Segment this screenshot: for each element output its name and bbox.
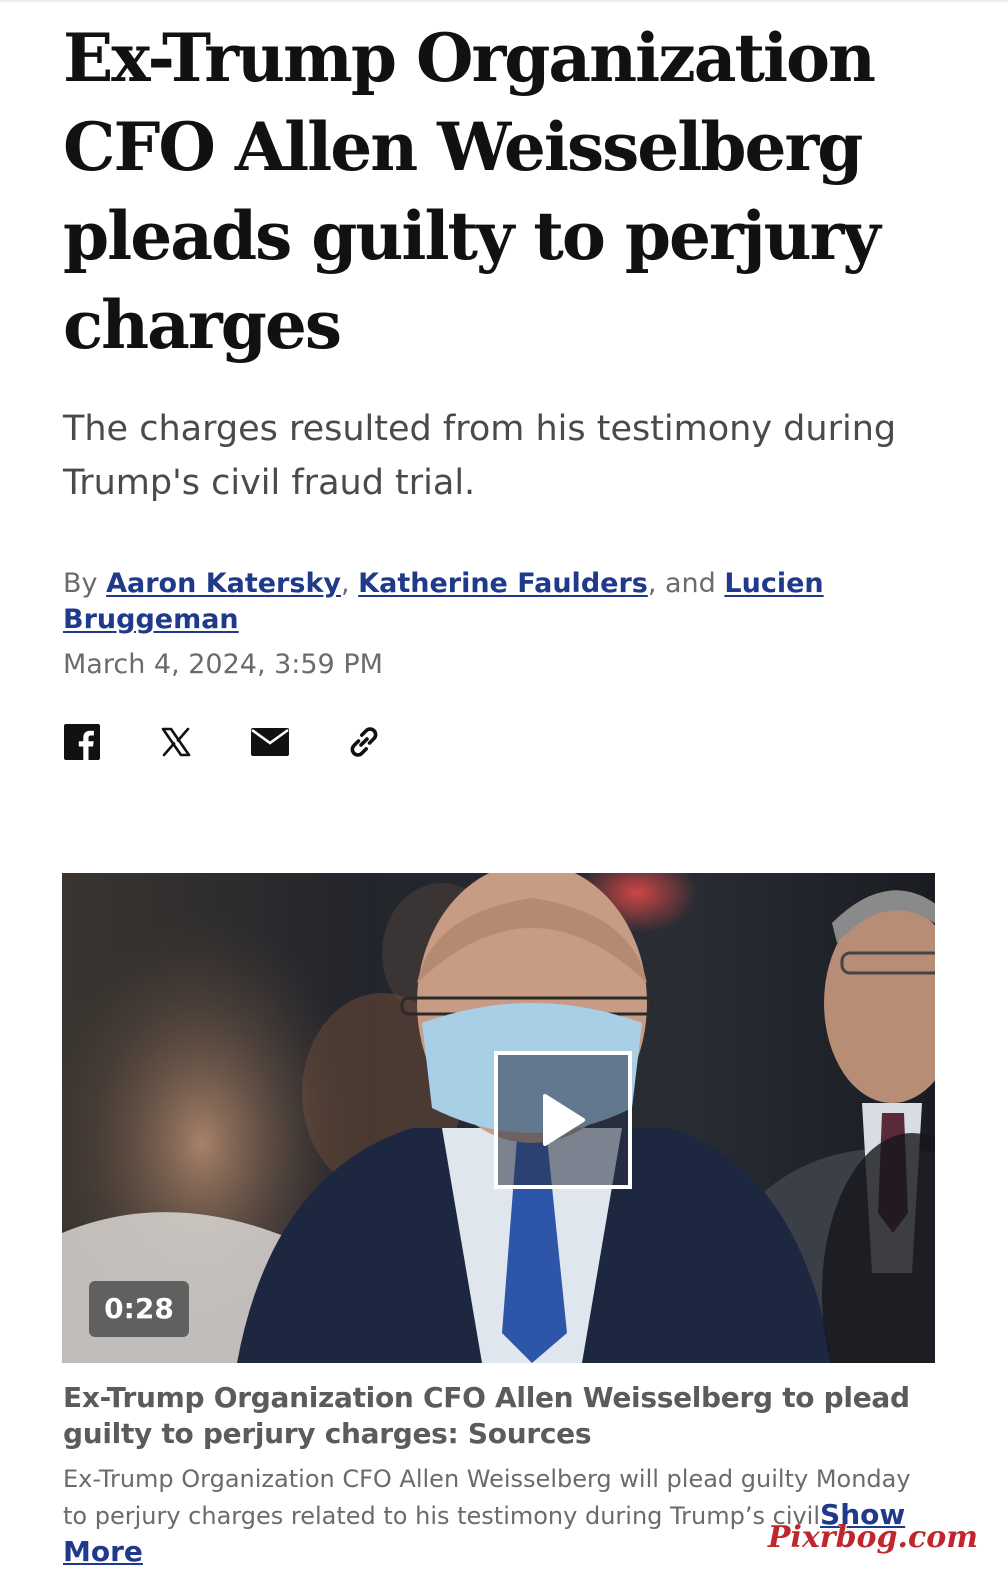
link-icon — [350, 727, 378, 757]
article-subheadline: The charges resulted from his testimony … — [63, 409, 897, 503]
top-divider — [0, 0, 1008, 3]
article-headline: Ex-Trump Organization CFO Allen Weisselb… — [63, 19, 881, 364]
facebook-icon — [64, 724, 100, 760]
copy-link-button[interactable] — [345, 722, 383, 762]
play-icon — [543, 1094, 585, 1146]
byline-separator: , — [341, 568, 359, 599]
video-player[interactable]: 0:28 — [62, 873, 935, 1363]
article-header: Ex-Trump Organization CFO Allen Weisselb… — [63, 14, 943, 683]
video-title[interactable]: Ex-Trump Organization CFO Allen Weisselb… — [63, 1380, 923, 1452]
byline-prefix: By — [63, 568, 107, 599]
play-button[interactable] — [494, 1051, 632, 1189]
author-link-katherine-faulders[interactable]: Katherine Faulders — [358, 568, 648, 599]
author-link-aaron-katersky[interactable]: Aaron Katersky — [106, 568, 341, 599]
watermark-logo: Pixrbog.com — [767, 1520, 978, 1555]
video-duration-badge: 0:28 — [89, 1281, 189, 1337]
byline-separator: , and — [647, 568, 725, 599]
share-bar — [63, 720, 439, 764]
email-icon — [251, 728, 289, 756]
publish-date: March 4, 2024, 3:59 PM — [63, 649, 383, 680]
facebook-share-button[interactable] — [63, 722, 101, 762]
x-icon — [161, 727, 191, 757]
byline: By Aaron Katersky, Katherine Faulders, a… — [63, 566, 863, 638]
email-share-button[interactable] — [251, 722, 289, 762]
x-share-button[interactable] — [157, 722, 195, 762]
